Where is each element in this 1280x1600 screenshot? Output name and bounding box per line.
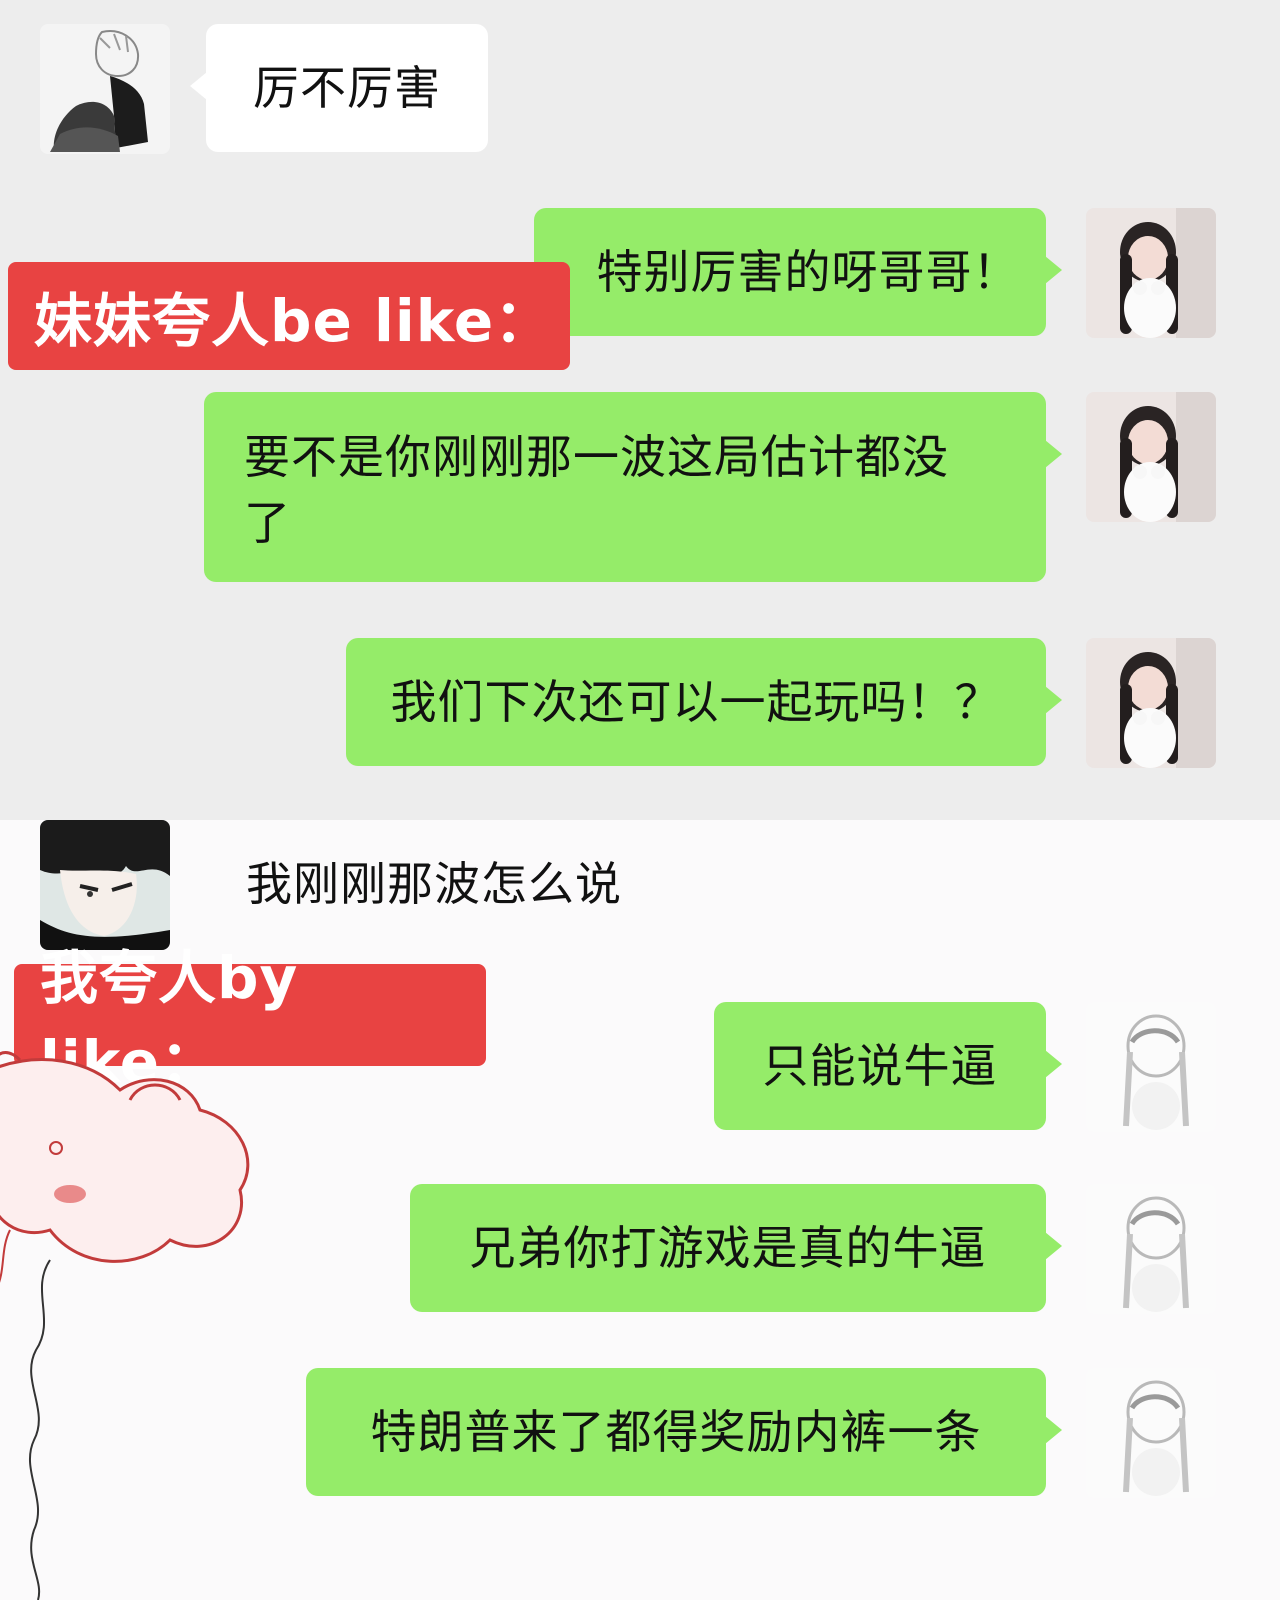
received-message-bubble[interactable]: 厉不厉害 bbox=[190, 24, 488, 152]
message-text-line: 要不是你刚刚那一波这局估计都没 bbox=[244, 430, 949, 484]
faded-girl-avatar-icon[interactable] bbox=[1086, 1002, 1216, 1132]
sent-message-bubble[interactable]: 兄弟你打游戏是真的牛逼 bbox=[410, 1184, 1062, 1312]
girl-photo-avatar-icon[interactable] bbox=[1086, 208, 1216, 338]
sent-message-bubble[interactable]: 只能说牛逼 bbox=[714, 1002, 1062, 1130]
caption-text: 妹妹夸人be like： bbox=[34, 287, 554, 355]
message-text: 只能说牛逼 bbox=[762, 1039, 998, 1093]
message-text: 特朗普来了都得奖励内裤一条 bbox=[370, 1405, 982, 1459]
message-text: 特别厉害的呀哥哥！ bbox=[596, 245, 1020, 299]
received-message-text[interactable]: 我刚刚那波怎么说 bbox=[246, 848, 622, 914]
sent-message-bubble[interactable]: 要不是你刚刚那一波这局估计都没 了 bbox=[204, 392, 1062, 582]
sent-message-bubble[interactable]: 我们下次还可以一起玩吗！？ bbox=[346, 638, 1062, 766]
sent-message-bubble[interactable]: 特别厉害的呀哥哥！ bbox=[534, 208, 1062, 336]
pink-cartoon-doodle-icon bbox=[0, 1051, 250, 1600]
message-text: 兄弟你打游戏是真的牛逼 bbox=[469, 1221, 987, 1275]
chat-panel-sister: 厉不厉害 特别厉害的呀哥哥！ 妹妹夸人be like： 要不是你刚刚那一波这局估… bbox=[0, 0, 1280, 820]
sketch-boy-avatar-icon[interactable] bbox=[40, 24, 170, 154]
message-text: 我刚刚那波怎么说 bbox=[246, 857, 622, 911]
faded-girl-avatar-icon[interactable] bbox=[1086, 1184, 1216, 1314]
message-text-line: 了 bbox=[244, 496, 291, 550]
message-text: 我们下次还可以一起玩吗！？ bbox=[390, 675, 1002, 729]
faded-girl-avatar-icon[interactable] bbox=[1086, 1368, 1216, 1498]
girl-photo-avatar-icon[interactable] bbox=[1086, 392, 1216, 522]
message-text: 厉不厉害 bbox=[253, 61, 441, 115]
girl-photo-avatar-icon[interactable] bbox=[1086, 638, 1216, 768]
sister-caption-label: 妹妹夸人be like： bbox=[8, 262, 570, 370]
sent-message-bubble[interactable]: 特朗普来了都得奖励内裤一条 bbox=[306, 1368, 1062, 1496]
